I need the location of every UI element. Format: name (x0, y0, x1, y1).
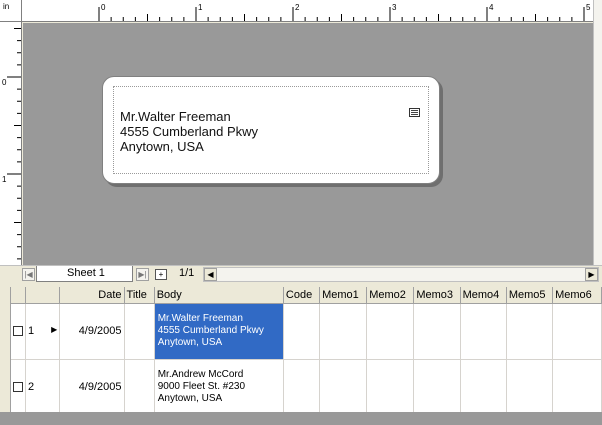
address-label[interactable]: Mr.Walter Freeman 4555 Cumberland Pkwy A… (102, 76, 440, 184)
column-header-code[interactable]: Code (283, 287, 321, 304)
page-indicator: 1/1 (179, 267, 195, 279)
memo3-cell[interactable] (413, 359, 461, 412)
row-number-cell[interactable]: 1 ▶ (25, 303, 61, 360)
horizontal-ruler-ticks: 0 1 2 3 4 5 (98, 3, 591, 21)
row-checkbox-cell[interactable] (11, 359, 26, 412)
scroll-right-icon[interactable]: ▶ (585, 268, 598, 281)
label-address-text: Mr.Walter Freeman 4555 Cumberland Pkwy A… (120, 109, 259, 154)
horizontal-ruler: 0 1 2 3 4 5 (22, 0, 593, 22)
column-header-title[interactable]: Title (124, 287, 155, 304)
memo1-cell[interactable] (319, 359, 368, 412)
column-header-date[interactable]: Date (59, 287, 125, 304)
label-design-area: in 012345 01 Mr.Walter Freeman 4555 Cumb… (0, 0, 602, 283)
row-checkbox[interactable] (13, 382, 23, 393)
grid-header-row: Date Title Body Code Memo1 Memo2 Memo3 M… (11, 287, 602, 304)
scroll-left-icon[interactable]: ◀ (204, 268, 217, 281)
current-row-arrow-icon: ▶ (51, 325, 58, 334)
ruler-label: 2 (295, 3, 300, 12)
memo2-cell[interactable] (366, 303, 415, 360)
code-cell[interactable] (283, 359, 321, 412)
code-cell[interactable] (283, 303, 321, 360)
ruler-label: 4 (489, 3, 494, 12)
add-sheet-icon[interactable]: + (155, 269, 167, 280)
label-text-frame[interactable]: Mr.Walter Freeman 4555 Cumberland Pkwy A… (113, 86, 429, 174)
memo5-cell[interactable] (506, 303, 554, 360)
design-canvas[interactable]: Mr.Walter Freeman 4555 Cumberland Pkwy A… (23, 23, 593, 265)
row-number: 2 (28, 381, 35, 393)
sheet-tabs-bar: |◀ Sheet 1 ▶| + 1/1 ◀ ▶ (0, 265, 602, 283)
column-header-memo2[interactable]: Memo2 (366, 287, 415, 304)
row-number: 1 (28, 325, 35, 337)
memo3-cell[interactable] (413, 303, 461, 360)
vertical-ruler-ticks: 01 (2, 28, 21, 260)
tab-sheet-1[interactable]: Sheet 1 (36, 266, 133, 282)
column-header-memo1[interactable]: Memo1 (319, 287, 368, 304)
table-row[interactable]: 1 ▶ 4/9/2005 Mr.Walter Freeman 4555 Cumb… (11, 303, 602, 360)
column-header-memo3[interactable]: Memo3 (413, 287, 461, 304)
title-cell[interactable] (124, 303, 155, 360)
horizontal-scrollbar[interactable]: ◀ ▶ (203, 267, 599, 282)
ruler-label: 0 (101, 3, 106, 12)
vertical-scrollbar[interactable] (593, 0, 602, 265)
grid-bottom-area (0, 412, 602, 425)
ruler-label: 0 (2, 78, 7, 87)
ruler-label: 5 (586, 3, 591, 12)
memo4-cell[interactable] (460, 359, 507, 412)
memo5-cell[interactable] (506, 359, 554, 412)
title-cell[interactable] (124, 359, 155, 412)
column-header-memo4[interactable]: Memo4 (460, 287, 507, 304)
body-cell[interactable]: Mr.Walter Freeman 4555 Cumberland Pkwy A… (154, 303, 284, 360)
column-header-memo6[interactable]: Memo6 (552, 287, 602, 304)
column-header-body[interactable]: Body (154, 287, 284, 304)
last-sheet-icon[interactable]: ▶| (136, 268, 149, 281)
date-cell[interactable]: 4/9/2005 (59, 303, 125, 360)
body-cell[interactable]: Mr.Andrew McCord 9000 Fleet St. #230 Any… (154, 359, 284, 412)
ruler-label: 1 (198, 3, 203, 12)
ruler-label: 1 (2, 175, 7, 184)
column-header-check[interactable] (11, 287, 26, 304)
memo-icon[interactable] (409, 108, 420, 117)
first-sheet-icon[interactable]: |◀ (22, 268, 35, 281)
memo6-cell[interactable] (552, 303, 602, 360)
date-cell[interactable]: 4/9/2005 (59, 359, 125, 412)
column-header-row-number[interactable] (25, 287, 61, 304)
memo6-cell[interactable] (552, 359, 602, 412)
data-grid[interactable]: Date Title Body Code Memo1 Memo2 Memo3 M… (10, 287, 602, 412)
ruler-label: 3 (392, 3, 397, 12)
column-header-memo5[interactable]: Memo5 (506, 287, 554, 304)
vertical-ruler: 01 (0, 22, 22, 265)
sheet-tab-label: Sheet 1 (67, 267, 105, 279)
row-number-cell[interactable]: 2 (25, 359, 61, 412)
memo2-cell[interactable] (366, 359, 415, 412)
memo1-cell[interactable] (319, 303, 368, 360)
memo4-cell[interactable] (460, 303, 507, 360)
table-row[interactable]: 2 4/9/2005 Mr.Andrew McCord 9000 Fleet S… (11, 359, 602, 412)
row-checkbox[interactable] (13, 326, 23, 337)
row-checkbox-cell[interactable] (11, 303, 26, 360)
ruler-unit-corner: in (0, 0, 22, 22)
